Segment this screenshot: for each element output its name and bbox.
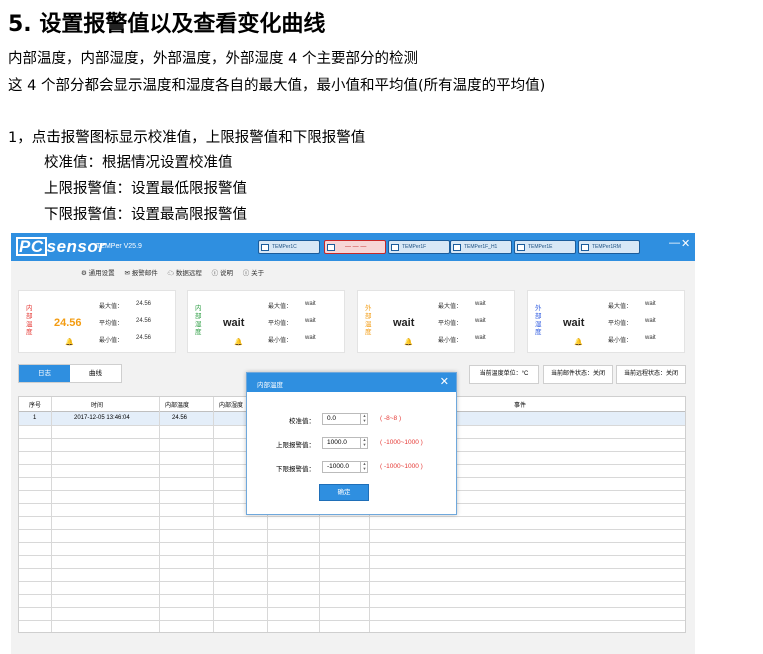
stat-max-label: 最大值： [438,304,463,310]
column-header: 事件 [514,403,527,409]
device-tab[interactable]: TEMPer1E [514,240,576,254]
stat-max-label: 最大值： [608,304,633,310]
sensor-card-inner-humidity: 内部湿度 wait 🔔 最大值： wait 平均值： wait 最小值： wait [187,290,345,353]
menu-bar: ⚙ 通用设置 ✉ 报警邮件 ☁ 数据远程 ⓘ 说明 ⓘ 关于 [81,267,272,277]
column-header: 时间 [91,403,104,409]
calibration-label: 校准值： [289,418,315,425]
menu-alarm-mail[interactable]: ✉ 报警邮件 [124,270,157,277]
tab-log[interactable]: 日志 [19,365,70,382]
alarm-bell-icon[interactable]: 🔔 [404,338,413,346]
confirm-button[interactable]: 确定 [319,484,369,501]
usb-device-icon [261,244,269,251]
app-title-bar: PC sensor TEMPer V25.9 TEMPer1C — — — TEM… [11,233,695,261]
card-label: 内部湿度 [195,305,202,336]
stat-min-value: wait [475,335,486,341]
app-screenshot: PC sensor TEMPer V25.9 TEMPer1C — — — TEM… [11,233,695,654]
lower-limit-label: 下限报警值： [276,466,315,473]
stat-max-value: wait [305,301,316,307]
spinner-icon[interactable]: ▲ ▼ [360,413,368,425]
calibration-note: 校准值：根据情况设置校准值 [44,155,233,171]
sensor-card-inner-temp: 内部温度 24.56 🔔 最大值： 24.56 平均值： 24.56 最小值： 24.… [18,290,176,353]
minimize-icon[interactable]: — [669,237,680,249]
card-value: 24.56 [54,317,82,329]
device-tab[interactable]: TEMPer1F_H1 [450,240,512,254]
stat-max-label: 最大值： [99,304,124,310]
alarm-bell-icon[interactable]: 🔔 [65,338,74,346]
alarm-bell-icon[interactable]: 🔔 [234,338,243,346]
view-tabs: 日志 曲线 [18,364,122,383]
section-title: 5. 设置报警值以及查看变化曲线 [8,12,326,37]
stat-min-label: 最小值： [438,338,463,344]
description-line: 这 4 个部分都会显示温度和湿度各自的最大值，最小值和平均值(所有温度的平均值) [8,78,546,94]
stat-avg-value: 24.56 [136,318,152,324]
description-line: 内部温度，内部湿度，外部温度，外部湿度 4 个主要部分的检测 [8,51,418,67]
stat-min-label: 最小值： [99,338,124,344]
device-tab[interactable]: TEMPer1RM [578,240,640,254]
step-line: 1，点击报警图标显示校准值，上限报警值和下限报警值 [8,130,366,146]
stat-avg-value: wait [305,318,316,324]
column-header: 内部湿度 [219,403,244,409]
stat-avg-label: 平均值： [608,321,633,327]
menu-about[interactable]: ⓘ 关于 [243,270,264,277]
stat-avg-value: wait [475,318,486,324]
dialog-header: 内部温度 ✕ [247,373,456,392]
device-tab[interactable]: TEMPer1F [388,240,450,254]
device-tab[interactable]: TEMPer1C [258,240,320,254]
card-value: wait [223,317,245,329]
stat-avg-value: wait [645,318,656,324]
usb-device-icon [391,244,399,251]
menu-data-remote[interactable]: ☁ 数据远程 [168,270,202,277]
card-label: 外部温度 [365,305,372,336]
spinner-icon[interactable]: ▲ ▼ [360,437,368,449]
usb-device-icon [517,244,525,251]
app-version: TEMPer V25.9 [96,243,142,250]
stat-min-value: wait [645,335,656,341]
stat-avg-label: 平均值： [268,321,293,327]
stat-min-value: 24.56 [136,335,152,341]
stat-max-value: wait [475,301,486,307]
row-index: 1 [33,415,37,421]
upper-limit-range: ( -1000~1000 ) [380,439,423,446]
column-header: 序号 [29,403,42,409]
usb-device-icon [327,244,335,251]
stat-min-value: wait [305,335,316,341]
card-label: 内部温度 [26,305,33,336]
stat-avg-label: 平均值： [99,321,124,327]
stat-max-label: 最大值： [268,304,293,310]
stat-max-value: wait [645,301,656,307]
device-tab-active[interactable]: — — — [324,240,386,254]
sensor-card-outer-humidity: 外部湿度 wait 🔔 最大值： wait 平均值： wait 最小值： wait [527,290,685,353]
stat-min-label: 最小值： [268,338,293,344]
stat-min-label: 最小值： [608,338,633,344]
row-time: 2017-12-05 13:46:04 [74,415,130,421]
upper-limit-note: 上限报警值：设置最低限报警值 [44,181,247,197]
close-icon[interactable]: ✕ [681,237,690,250]
column-header: 内部温度 [165,403,190,409]
menu-help[interactable]: ⓘ 说明 [212,270,233,277]
stat-max-value: 24.56 [136,301,152,307]
usb-device-icon [581,244,589,251]
alarm-settings-dialog: 内部温度 ✕ 校准值： 0.0 ▲ ▼ ( -8~8 ) 上限报警值： 1000.… [246,372,457,515]
remote-status-button[interactable]: 当前远程状态：关闭 [616,365,686,384]
stat-avg-label: 平均值： [438,321,463,327]
upper-limit-label: 上限报警值： [276,442,315,449]
app-logo: PC sensor [16,237,105,257]
menu-general-settings[interactable]: ⚙ 通用设置 [81,270,115,277]
lower-limit-note: 下限报警值：设置最高限报警值 [44,207,247,223]
dialog-title: 内部温度 [257,382,283,389]
alarm-bell-icon[interactable]: 🔔 [574,338,583,346]
spinner-icon[interactable]: ▲ ▼ [360,461,368,473]
close-icon[interactable]: ✕ [440,375,449,388]
card-value: wait [393,317,415,329]
usb-device-icon [453,244,461,251]
card-label: 外部湿度 [535,305,542,336]
sensor-card-outer-temp: 外部温度 wait 🔔 最大值： wait 平均值： wait 最小值： wait [357,290,515,353]
tab-curve[interactable]: 曲线 [70,365,121,382]
row-inner-temp: 24.56 [172,415,188,421]
lower-limit-range: ( -1000~1000 ) [380,463,423,470]
calibration-range: ( -8~8 ) [380,415,402,422]
mail-status-button[interactable]: 当前邮件状态：关闭 [543,365,613,384]
card-value: wait [563,317,585,329]
temp-unit-status-button[interactable]: 当前温度单位：°C [469,365,539,384]
